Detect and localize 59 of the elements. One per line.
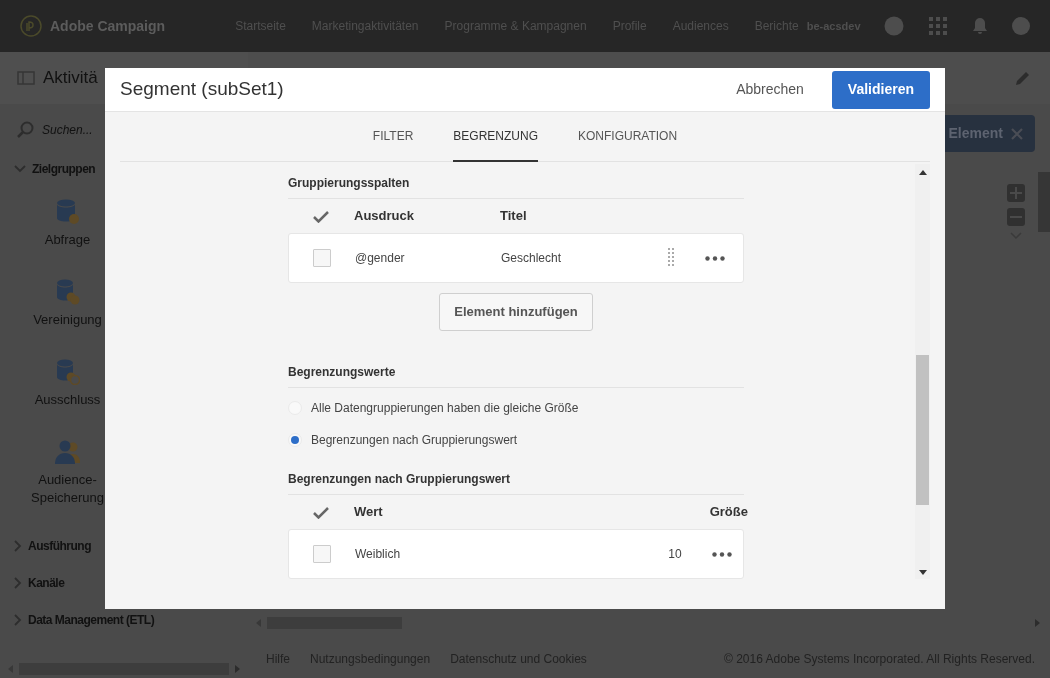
dialog-tab[interactable]: FILTER [372, 112, 414, 162]
section-heading: Begrenzungen nach Gruppierungswert [288, 460, 744, 495]
user-avatar-icon[interactable] [1012, 17, 1030, 35]
people-icon [54, 439, 81, 465]
activity-item[interactable]: Abfrage [0, 187, 135, 267]
panel-title: Aktivitä [43, 67, 98, 90]
category-toggle[interactable]: Kanäle [0, 564, 79, 601]
section-heading: Begrenzungswerte [288, 353, 744, 388]
search-field[interactable]: Suchen... [40, 120, 190, 140]
pencil-icon[interactable] [1014, 69, 1032, 87]
table-cell-text: 10 [667, 546, 682, 563]
category-toggle[interactable]: Ausführung [0, 527, 105, 564]
category-toggle[interactable]: Data Management (ETL) [0, 601, 169, 638]
dialog-title: Segment (subSet1) [120, 77, 284, 102]
chevron-right-icon [14, 539, 22, 552]
chevron-down-icon [14, 164, 26, 173]
logo-icon [20, 15, 42, 37]
drag-handle-icon[interactable] [668, 248, 675, 268]
database-icon [55, 359, 80, 385]
database-icon [55, 279, 80, 305]
chevron-right-icon [14, 576, 22, 589]
checkmark-icon[interactable] [313, 209, 329, 223]
section-heading: Gruppierungsspalten [288, 164, 744, 199]
apps-grid-icon[interactable] [928, 16, 948, 36]
zoom-in-button[interactable] [1007, 184, 1025, 202]
zoom-out-button[interactable] [1007, 208, 1025, 226]
column-header: Wert [354, 503, 384, 522]
bell-icon[interactable] [972, 17, 988, 35]
table-cell-text: Geschlecht [501, 250, 563, 267]
database-icon [55, 199, 80, 225]
column-header: Titel [500, 207, 528, 226]
dialog-tab[interactable]: KONFIGURATION [578, 112, 678, 162]
checkmark-icon[interactable] [313, 505, 329, 519]
row-checkbox[interactable] [313, 249, 331, 267]
cancel-button[interactable]: Abbrechen [730, 78, 810, 101]
dialog-tab[interactable]: BEGRENZUNG [453, 112, 538, 162]
scroll-down-icon[interactable] [918, 570, 927, 575]
row-checkbox[interactable] [313, 545, 331, 563]
search-icon [16, 121, 34, 139]
plus-icon [1010, 187, 1022, 199]
scroll-right-icon[interactable] [235, 665, 240, 673]
close-icon[interactable] [1011, 127, 1023, 140]
table-cell-text: Weiblich [355, 546, 402, 563]
add-element-button[interactable]: Element hinzufügen [439, 293, 593, 331]
table-cell-text: @gender [355, 250, 406, 267]
radio-option[interactable]: Begrenzungen nach Gruppierungswert [288, 424, 744, 456]
panel-icon[interactable] [17, 71, 35, 85]
more-options-icon[interactable] [711, 552, 732, 558]
scroll-right-icon[interactable] [1035, 619, 1040, 627]
column-header: Größe [708, 503, 748, 522]
validate-button[interactable]: Validieren [831, 70, 930, 109]
column-header: Ausdruck [354, 207, 415, 226]
scrollbar-thumb[interactable] [916, 355, 929, 505]
chevron-right-icon [14, 613, 22, 626]
radio-option[interactable]: Alle Datengruppierungen haben die gleiche Größe [288, 392, 744, 424]
help-icon[interactable] [884, 16, 904, 36]
more-options-icon[interactable] [705, 256, 726, 262]
scroll-up-icon[interactable] [918, 170, 927, 175]
category-toggle[interactable]: Zielgruppen [0, 150, 110, 187]
